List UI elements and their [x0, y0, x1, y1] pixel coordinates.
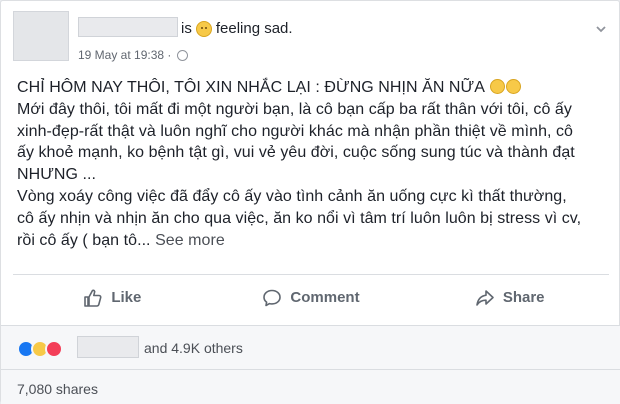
- comment-label: Comment: [290, 289, 360, 306]
- sad-face-icon: [489, 79, 505, 94]
- post-line: ấy khoẻ mạnh, ko bệnh tật gì, vui vẻ yêu…: [17, 144, 575, 162]
- post-header: is feeling sad. 19 May at 19:38 ·: [13, 11, 609, 62]
- reactions-summary[interactable]: and 4.9K others: [1, 325, 620, 369]
- feeling-prefix: is: [181, 20, 192, 37]
- timestamp[interactable]: 19 May at 19:38 ·: [78, 48, 171, 62]
- reaction-count[interactable]: and 4.9K others: [144, 340, 243, 356]
- see-more-link[interactable]: See more: [155, 232, 225, 249]
- comment-bubble-icon: [263, 289, 282, 306]
- like-button[interactable]: Like: [13, 275, 212, 321]
- share-arrow-icon: [476, 289, 494, 306]
- sad-face-icon: [195, 20, 212, 37]
- post-line: rồi cô ấy ( bạn tô... See more: [17, 231, 225, 249]
- post-card: is feeling sad. 19 May at 19:38 · CHỈ HÔ…: [0, 0, 620, 404]
- reaction-icons: [17, 340, 77, 358]
- feeling-activity: is feeling sad.: [181, 20, 293, 37]
- shares-count[interactable]: 7,080 shares: [17, 381, 98, 397]
- comment-button[interactable]: Comment: [212, 275, 411, 321]
- post-line: Vòng xoáy công việc đã đẩy cô ấy vào tìn…: [17, 187, 567, 205]
- chevron-down-icon[interactable]: [595, 23, 607, 35]
- author-name-redacted[interactable]: [78, 17, 178, 37]
- post-line: cô ấy nhịn và nhịn ăn cho qua việc, ăn k…: [17, 209, 582, 227]
- action-bar: Like Comment Share: [13, 274, 609, 320]
- reactor-names-redacted[interactable]: [77, 336, 139, 358]
- post-line: CHỈ HÔM NAY THÔI, TÔI XIN NHẮC LẠI : ĐỪN…: [17, 77, 613, 99]
- like-label: Like: [111, 289, 142, 306]
- post-line: Mới đây thôi, tôi mất đi một người bạn, …: [17, 100, 572, 118]
- globe-icon[interactable]: [177, 49, 189, 61]
- thumbs-up-icon: [84, 289, 102, 307]
- avatar[interactable]: [13, 11, 69, 61]
- sad-face-icon: [505, 79, 521, 94]
- post-line: NHƯNG ...: [17, 166, 97, 184]
- post-line: xinh-đẹp-rất thật và luôn nghĩ cho người…: [17, 122, 574, 140]
- shares-row: 7,080 shares: [1, 369, 620, 404]
- share-button[interactable]: Share: [410, 275, 609, 321]
- love-reaction-icon: [45, 340, 63, 358]
- share-label: Share: [502, 289, 545, 306]
- post-body: CHỈ HÔM NAY THÔI, TÔI XIN NHẮC LẠI : ĐỪN…: [17, 77, 613, 251]
- feeling-text[interactable]: feeling sad.: [216, 20, 293, 37]
- post-meta: 19 May at 19:38 ·: [78, 48, 189, 62]
